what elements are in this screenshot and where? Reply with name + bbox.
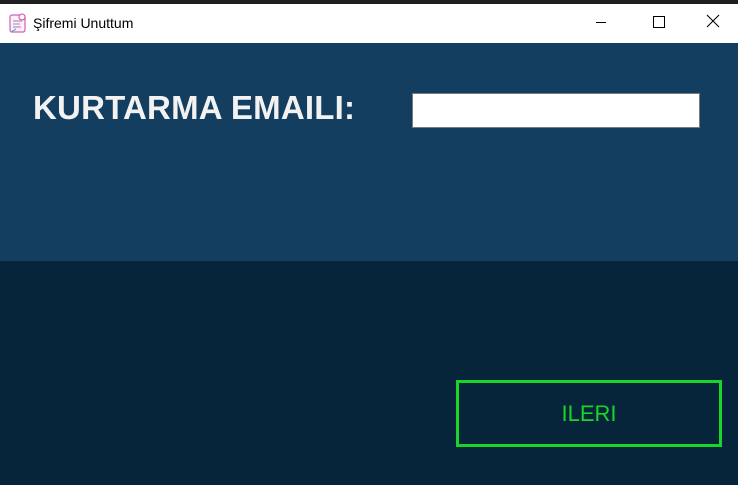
app-icon	[8, 12, 28, 34]
next-button[interactable]: ILERI	[456, 380, 722, 447]
close-icon	[706, 14, 720, 33]
recovery-email-input[interactable]	[412, 93, 700, 128]
minimize-button[interactable]	[572, 4, 630, 43]
title-bar[interactable]: Şifremi Unuttum	[0, 4, 738, 43]
close-button[interactable]	[688, 4, 738, 43]
recovery-email-label: KURTARMA EMAILI:	[33, 89, 356, 126]
forgot-password-window: Şifremi Unuttum KURTARMA EMAILI: ILERI	[0, 0, 738, 485]
maximize-button[interactable]	[630, 4, 688, 43]
window-title: Şifremi Unuttum	[33, 15, 134, 31]
header-panel	[0, 43, 738, 261]
maximize-icon	[653, 15, 665, 33]
minimize-icon	[595, 15, 607, 33]
next-button-label: ILERI	[561, 400, 617, 426]
footer-panel	[0, 261, 738, 485]
